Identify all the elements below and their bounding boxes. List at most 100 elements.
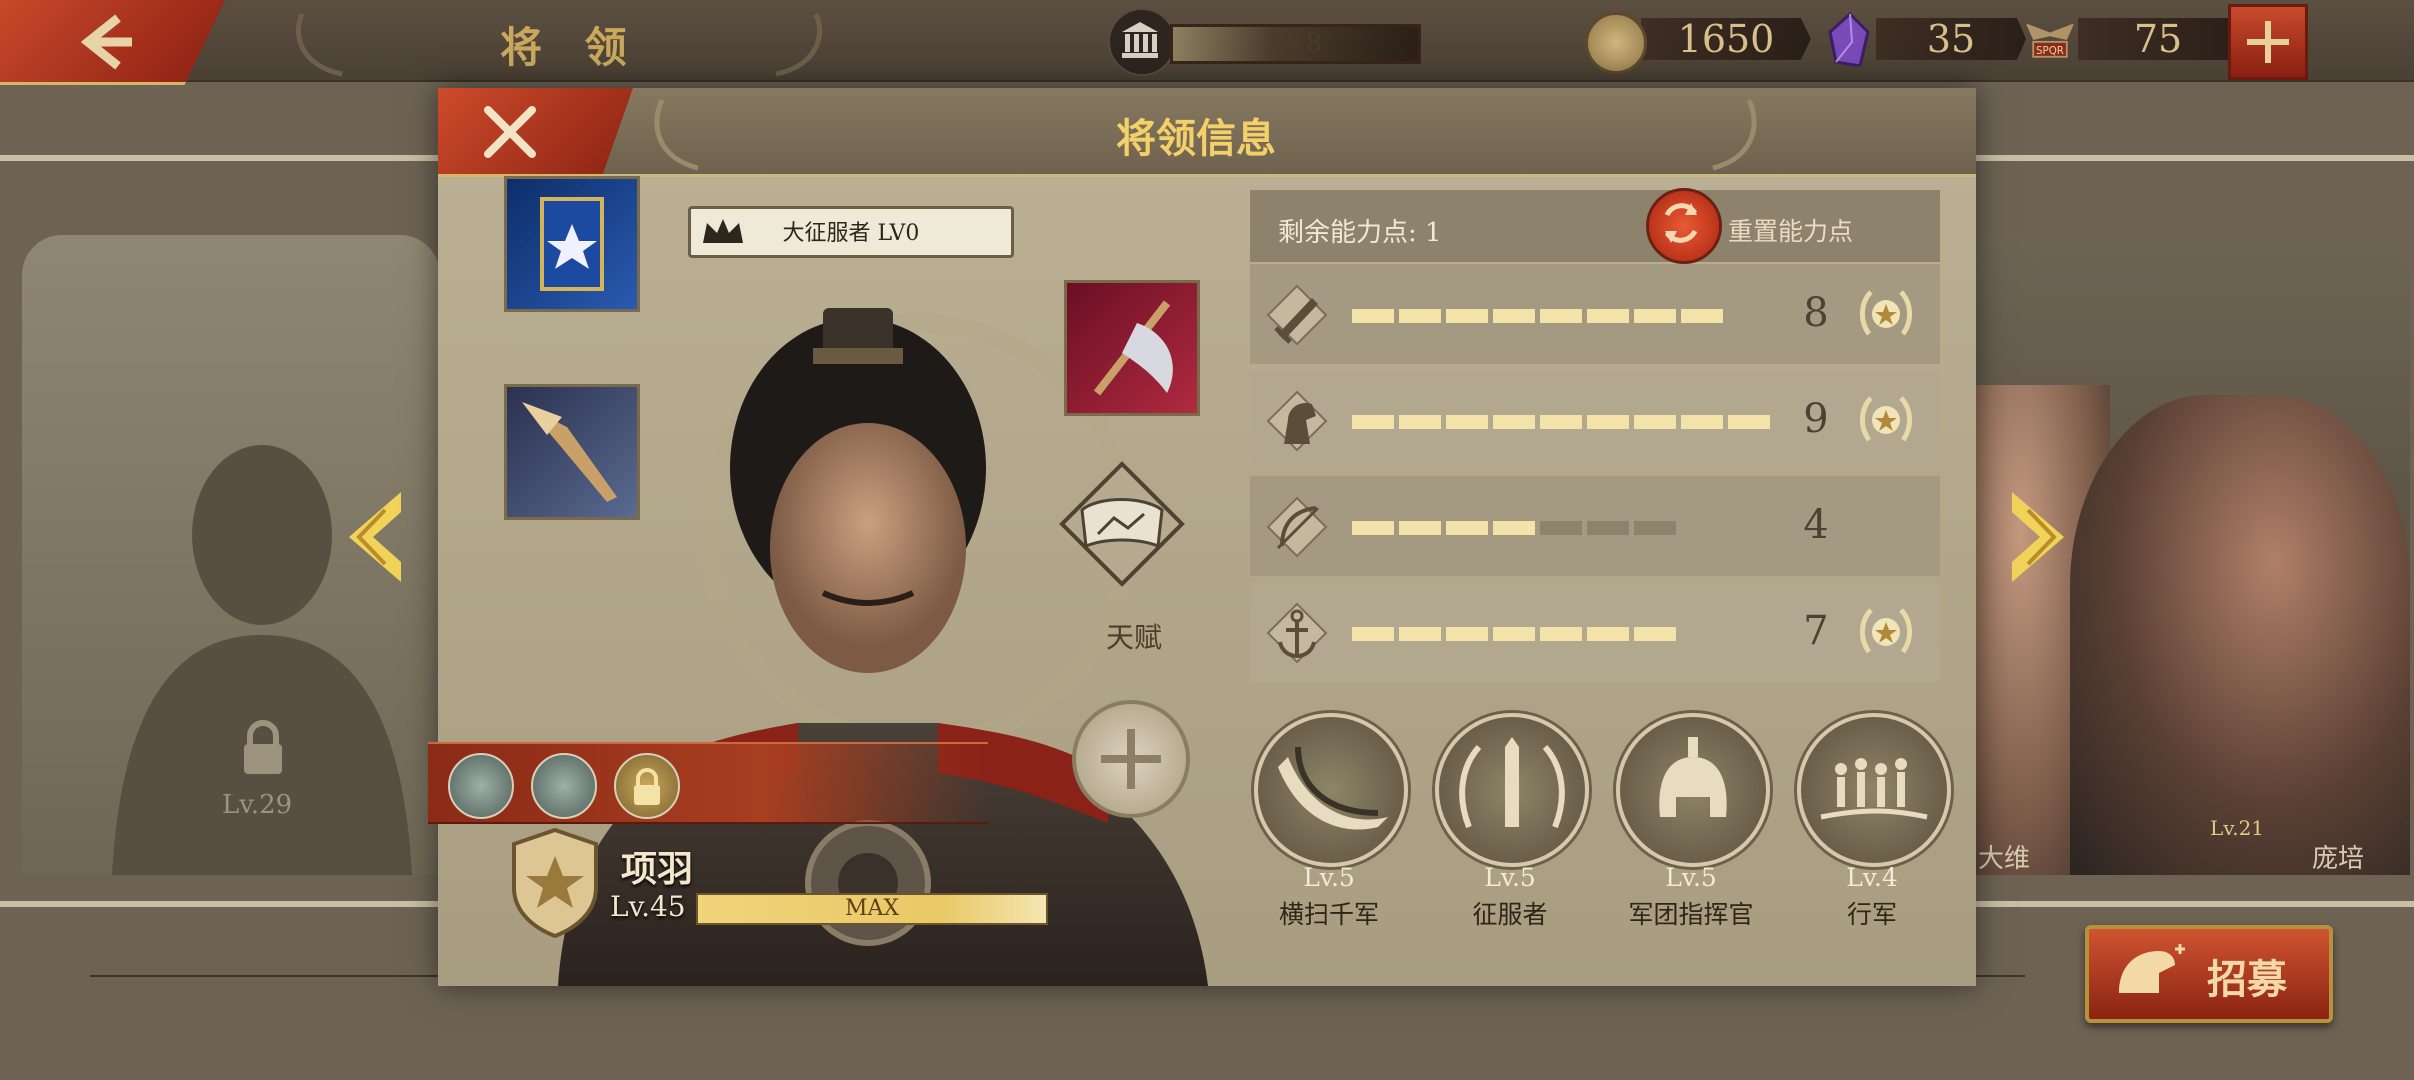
laurel-sword-icon bbox=[1459, 737, 1565, 829]
talent-scroll-icon[interactable] bbox=[1058, 460, 1186, 588]
skill-item[interactable]: Lv.5 军团指挥官 bbox=[1616, 713, 1770, 929]
stat-bar-segment bbox=[1352, 415, 1394, 429]
bank-icon bbox=[1108, 8, 1176, 76]
stat-bar-segment bbox=[1540, 627, 1582, 641]
stat-bar-segment bbox=[1540, 309, 1582, 323]
add-resource-button[interactable] bbox=[2228, 4, 2308, 80]
add-skill-button[interactable] bbox=[1072, 700, 1190, 818]
rank-star-badge-icon bbox=[512, 828, 598, 938]
recruit-label: 招募 bbox=[2207, 956, 2287, 1003]
stat-bar-segment bbox=[1587, 627, 1629, 641]
stat-bar bbox=[1352, 521, 1676, 535]
stat-bar-segment bbox=[1493, 415, 1535, 429]
skill-item[interactable]: Lv.5 横扫千军 bbox=[1254, 713, 1408, 929]
shield-skill-icon[interactable] bbox=[448, 753, 514, 819]
divider-line bbox=[1975, 975, 2025, 977]
axe-equipment-slot[interactable] bbox=[1064, 280, 1200, 416]
skill-disc bbox=[1797, 713, 1951, 867]
skill-level: Lv.5 bbox=[1665, 863, 1717, 892]
spear-equipment-slot[interactable] bbox=[504, 384, 640, 520]
prev-hero-arrow-icon[interactable] bbox=[345, 490, 405, 585]
remaining-points-label: 剩余能力点: 1 bbox=[1278, 218, 1442, 248]
hero-name-right1: 大维 bbox=[1978, 844, 2031, 874]
talent-label: 天赋 bbox=[1106, 621, 1163, 654]
laurel-left-icon bbox=[295, 12, 343, 77]
stat-bar-segment bbox=[1352, 309, 1394, 323]
hero-level: Lv.45 bbox=[610, 890, 686, 923]
stat-bar-segment bbox=[1493, 521, 1535, 535]
rank-box[interactable]: 大征服者 LV0 bbox=[688, 206, 1014, 258]
stat-value: 7 bbox=[1803, 608, 1829, 654]
recruit-button[interactable]: 招募 bbox=[2085, 925, 2333, 1023]
stat-value: 9 bbox=[1803, 396, 1829, 442]
banner-equipment-slot[interactable] bbox=[504, 176, 640, 312]
skill-level: Lv.4 bbox=[1846, 863, 1898, 892]
rank-label: 大征服者 LV0 bbox=[782, 221, 920, 246]
stat-bar-segment bbox=[1352, 521, 1394, 535]
hero-info-dialog: 将领信息 大征服者 LV0 天赋 项羽 Lv.45 MAX 剩余能力点: 1 重… bbox=[428, 88, 1976, 986]
horse-icon bbox=[1266, 390, 1328, 452]
stat-bar-segment bbox=[1446, 627, 1488, 641]
stat-bar-segment bbox=[1399, 415, 1441, 429]
skill-name: 横扫千军 bbox=[1278, 900, 1379, 929]
stat-bar-segment bbox=[1681, 415, 1723, 429]
laurel-medal-icon bbox=[1860, 608, 1912, 654]
axe-icon bbox=[1093, 300, 1173, 396]
skill-disc bbox=[1435, 713, 1589, 867]
stat-row[interactable]: 9 bbox=[1250, 370, 1940, 470]
stat-row[interactable]: 8 bbox=[1250, 264, 1940, 364]
skill-name: 军团指挥官 bbox=[1628, 900, 1754, 929]
next-hero-arrow-icon[interactable] bbox=[2008, 490, 2068, 585]
stat-bar bbox=[1352, 309, 1723, 323]
laurel-medal-icon bbox=[1860, 396, 1912, 442]
svg-text:SPQR: SPQR bbox=[2036, 45, 2064, 57]
stat-bar-segment bbox=[1634, 521, 1676, 535]
stat-bar-segment bbox=[1446, 521, 1488, 535]
coin-icon bbox=[1585, 12, 1647, 74]
stat-bar-segment bbox=[1587, 415, 1629, 429]
skill-level: Lv.5 bbox=[1484, 863, 1536, 892]
gem-count: 35 bbox=[1876, 18, 2026, 60]
skill-name: 征服者 bbox=[1472, 900, 1548, 929]
token-count: 75 bbox=[2078, 18, 2238, 60]
stat-bar-segment bbox=[1352, 627, 1394, 641]
refresh-icon bbox=[1664, 203, 1698, 243]
stat-bar bbox=[1352, 627, 1676, 641]
laurel-right-icon bbox=[775, 12, 823, 77]
hero-portrait-right2 bbox=[2070, 395, 2410, 875]
stat-row[interactable]: 4 bbox=[1250, 476, 1940, 576]
hero-name-right2: 庞培 bbox=[2312, 844, 2365, 874]
stat-bar-segment bbox=[1681, 309, 1723, 323]
coin-count: 1650 bbox=[1641, 18, 1811, 60]
stat-bar-segment bbox=[1634, 309, 1676, 323]
skill-item[interactable]: Lv.5 征服者 bbox=[1435, 713, 1589, 929]
stat-bar-segment bbox=[1634, 415, 1676, 429]
sweep-slash-icon bbox=[1278, 746, 1388, 830]
remaining-points-value: 1 bbox=[1425, 218, 1442, 248]
city-level-label: Lv.8 bbox=[1170, 24, 1421, 64]
stat-bar-segment bbox=[1634, 627, 1676, 641]
stat-row[interactable]: 7 bbox=[1250, 582, 1940, 682]
spartan-helmet-icon bbox=[2119, 944, 2185, 993]
stat-bar-segment bbox=[1493, 627, 1535, 641]
lock-icon bbox=[634, 768, 660, 805]
bow-icon bbox=[1266, 496, 1328, 558]
page-title: 将 领 bbox=[500, 23, 641, 72]
skill-name: 行军 bbox=[1846, 900, 1897, 929]
hero-level-right2: Lv.21 bbox=[2210, 816, 2265, 840]
compass-skill-icon[interactable] bbox=[531, 753, 597, 819]
close-button[interactable] bbox=[438, 88, 633, 177]
stat-bar-segment bbox=[1446, 309, 1488, 323]
spqr-eagle-icon: SPQR bbox=[2025, 23, 2075, 58]
passive-skill-strip bbox=[428, 742, 988, 824]
skill-disc bbox=[1254, 713, 1408, 867]
purple-gem-icon bbox=[1828, 12, 1870, 68]
skill-item[interactable]: Lv.4 行军 bbox=[1797, 713, 1951, 929]
laurel-left-icon bbox=[654, 98, 699, 171]
locked-skill-icon[interactable] bbox=[614, 753, 680, 819]
stat-bar-segment bbox=[1540, 521, 1582, 535]
spear-icon bbox=[522, 402, 617, 502]
march-soldiers-icon bbox=[1820, 758, 1928, 820]
stat-bar-segment bbox=[1399, 627, 1441, 641]
reset-points-button[interactable] bbox=[1646, 188, 1722, 264]
